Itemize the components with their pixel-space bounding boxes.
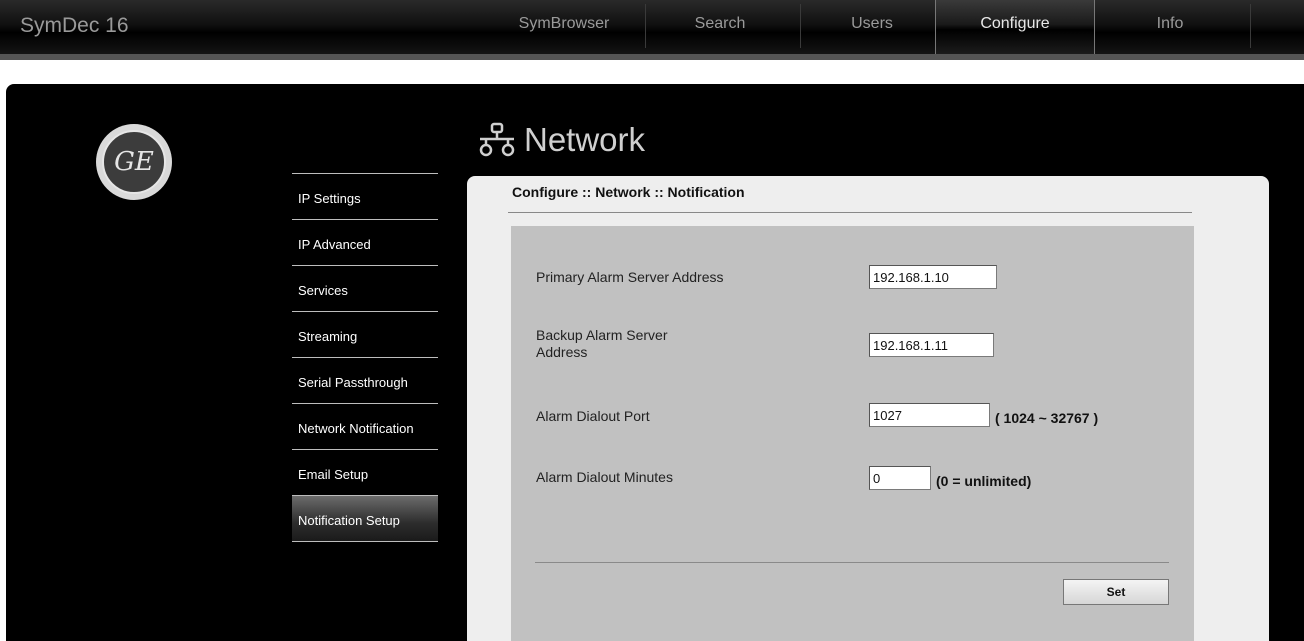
sidebar-menu: IP Settings IP Advanced Services Streami… <box>292 173 438 542</box>
set-button[interactable]: Set <box>1063 579 1169 605</box>
sidebar-item-notification-setup[interactable]: Notification Setup <box>292 495 438 541</box>
nav-info[interactable]: Info <box>1090 0 1250 54</box>
nav-users[interactable]: Users <box>792 0 952 54</box>
ge-logo-mark: GE <box>102 130 166 194</box>
sidebar-item-network-notification[interactable]: Network Notification <box>292 403 438 449</box>
nav-separator <box>1250 4 1251 48</box>
sidebar-item-streaming[interactable]: Streaming <box>292 311 438 357</box>
ge-logo: GE <box>96 124 172 200</box>
form-divider <box>535 562 1169 563</box>
sidebar-divider <box>292 541 438 542</box>
top-nav-bar: SymDec 16 SymBrowser Search Users Config… <box>0 0 1304 54</box>
dialout-minutes-label: Alarm Dialout Minutes <box>536 469 673 485</box>
section-title-text: Network <box>524 121 646 158</box>
backup-server-label-line1: Backup Alarm Server <box>536 327 668 343</box>
app-title: SymDec 16 <box>20 14 129 37</box>
sidebar-item-serial-passthrough[interactable]: Serial Passthrough <box>292 357 438 403</box>
breadcrumb: Configure :: Network :: Notification <box>512 184 745 200</box>
top-nav-underline <box>0 54 1304 60</box>
breadcrumb-divider <box>508 212 1192 213</box>
backup-server-label-line2: Address <box>536 344 588 360</box>
nav-configure[interactable]: Configure <box>935 0 1095 54</box>
dialout-minutes-input[interactable] <box>869 466 931 490</box>
section-title: Network <box>478 118 645 162</box>
dialout-port-input[interactable] <box>869 403 990 427</box>
backup-server-label: Backup Alarm Server Address <box>536 327 668 361</box>
dialout-port-range-hint: ( 1024 ~ 32767 ) <box>995 410 1099 426</box>
primary-server-label: Primary Alarm Server Address <box>536 269 724 285</box>
dialout-port-label: Alarm Dialout Port <box>536 408 650 424</box>
nav-symbrowser[interactable]: SymBrowser <box>484 0 644 54</box>
sidebar-item-email-setup[interactable]: Email Setup <box>292 449 438 495</box>
sidebar-item-ip-settings[interactable]: IP Settings <box>292 173 438 219</box>
dialout-minutes-hint: (0 = unlimited) <box>936 473 1032 489</box>
sidebar-item-services[interactable]: Services <box>292 265 438 311</box>
sidebar-item-ip-advanced[interactable]: IP Advanced <box>292 219 438 265</box>
primary-server-input[interactable] <box>869 265 997 289</box>
network-icon <box>479 122 515 157</box>
nav-search[interactable]: Search <box>640 0 800 54</box>
backup-server-input[interactable] <box>869 333 994 357</box>
